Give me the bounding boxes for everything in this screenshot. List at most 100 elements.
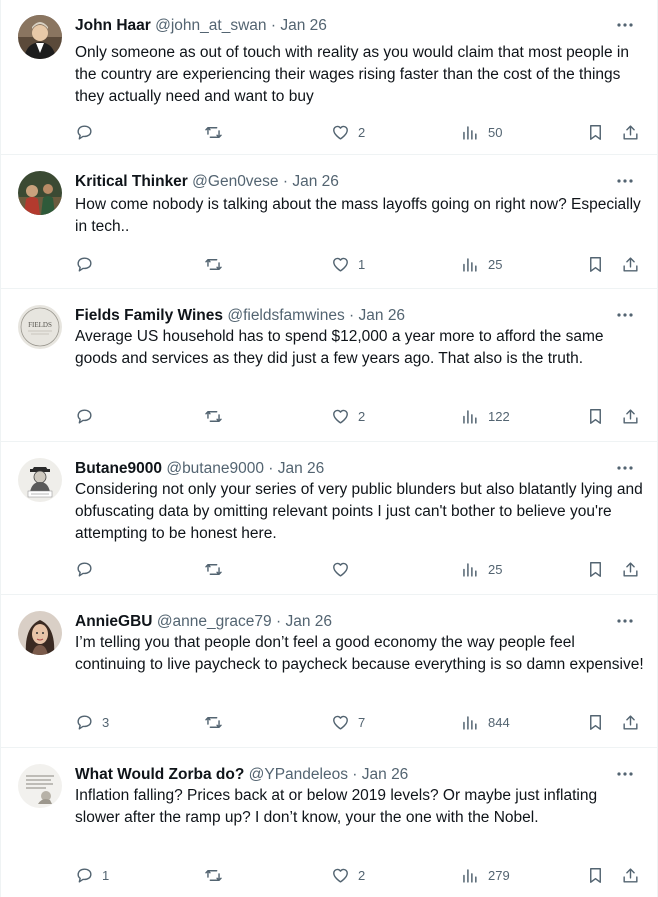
tweet-header: Butane9000 @butane9000 · Jan 26 xyxy=(75,459,324,479)
views-button[interactable]: 844 xyxy=(460,711,510,733)
like-button[interactable] xyxy=(331,558,358,580)
views-button[interactable]: 279 xyxy=(460,864,510,886)
reply-button[interactable]: 1 xyxy=(75,864,109,886)
like-icon xyxy=(333,125,348,140)
reply-icon xyxy=(77,561,92,577)
author-name[interactable]: AnnieGBU xyxy=(75,613,153,630)
separator: · xyxy=(275,613,282,630)
share-button[interactable] xyxy=(621,405,640,427)
bookmark-button[interactable] xyxy=(586,711,605,733)
reply-button[interactable]: 3 xyxy=(75,711,109,733)
share-button[interactable] xyxy=(621,253,640,275)
repost-icon xyxy=(205,410,222,422)
tweet[interactable]: AnnieGBU @anne_grace79 · Jan 26 I’m tell… xyxy=(1,596,657,748)
bookmark-icon xyxy=(590,408,601,424)
avatar[interactable] xyxy=(18,15,62,59)
reply-feed: John Haar @john_at_swan · Jan 26 Only so… xyxy=(0,0,658,897)
tweet[interactable]: What Would Zorba do? @YPandeleos · Jan 2… xyxy=(1,749,657,897)
like-button[interactable]: 1 xyxy=(331,253,365,275)
reply-button[interactable] xyxy=(75,121,102,143)
repost-button[interactable] xyxy=(204,405,231,427)
avatar[interactable] xyxy=(18,171,62,215)
like-icon xyxy=(333,868,348,883)
views-icon xyxy=(463,125,477,140)
share-icon xyxy=(623,867,638,883)
avatar[interactable] xyxy=(18,611,62,655)
post-date[interactable]: Jan 26 xyxy=(292,173,339,190)
separator: · xyxy=(270,17,277,34)
views-button[interactable]: 50 xyxy=(460,121,502,143)
tweet[interactable]: John Haar @john_at_swan · Jan 26 Only so… xyxy=(1,0,657,155)
share-button[interactable] xyxy=(621,864,640,886)
repost-button[interactable] xyxy=(204,558,231,580)
reply-icon xyxy=(77,867,92,883)
reply-icon xyxy=(77,124,92,140)
avatar[interactable]: FIELDS xyxy=(18,305,62,349)
author-name[interactable]: Butane9000 xyxy=(75,460,162,477)
post-date[interactable]: Jan 26 xyxy=(362,766,409,783)
repost-button[interactable] xyxy=(204,121,231,143)
more-icon[interactable] xyxy=(615,611,635,631)
views-count: 122 xyxy=(488,408,510,424)
bookmark-button[interactable] xyxy=(586,121,605,143)
share-icon xyxy=(623,561,638,577)
bookmark-icon xyxy=(590,256,601,272)
post-date[interactable]: Jan 26 xyxy=(359,307,406,324)
like-button[interactable]: 2 xyxy=(331,121,365,143)
views-icon xyxy=(463,715,477,730)
share-button[interactable] xyxy=(621,121,640,143)
bookmark-button[interactable] xyxy=(586,253,605,275)
author-handle[interactable]: @Gen0vese xyxy=(192,173,278,190)
share-button[interactable] xyxy=(621,558,640,580)
views-icon xyxy=(463,868,477,883)
action-bar: 1 2 279 xyxy=(75,864,645,886)
bookmark-button[interactable] xyxy=(586,558,605,580)
like-button[interactable]: 2 xyxy=(331,405,365,427)
avatar[interactable] xyxy=(18,458,62,502)
share-icon xyxy=(623,408,638,424)
author-name[interactable]: John Haar xyxy=(75,17,151,34)
more-icon[interactable] xyxy=(615,458,635,478)
more-icon[interactable] xyxy=(615,15,635,35)
bookmark-button[interactable] xyxy=(586,864,605,886)
bookmark-button[interactable] xyxy=(586,405,605,427)
views-button[interactable]: 25 xyxy=(460,253,502,275)
tweet[interactable]: FIELDS Fields Family Wines @fieldsfamwin… xyxy=(1,290,657,442)
author-name[interactable]: Fields Family Wines xyxy=(75,307,223,324)
views-count: 25 xyxy=(488,561,503,577)
author-name[interactable]: Kritical Thinker xyxy=(75,173,188,190)
repost-icon xyxy=(205,258,222,270)
action-bar: 2 50 xyxy=(75,121,645,143)
views-count: 50 xyxy=(488,124,503,140)
more-icon[interactable] xyxy=(615,305,635,325)
avatar[interactable] xyxy=(18,764,62,808)
repost-button[interactable] xyxy=(204,864,231,886)
reply-button[interactable] xyxy=(75,253,102,275)
separator: · xyxy=(282,173,289,190)
more-icon[interactable] xyxy=(615,764,635,784)
author-handle[interactable]: @anne_grace79 xyxy=(157,613,272,630)
repost-button[interactable] xyxy=(204,711,231,733)
views-button[interactable]: 25 xyxy=(460,558,502,580)
tweet[interactable]: Kritical Thinker @Gen0vese · Jan 26 How … xyxy=(1,156,657,289)
repost-button[interactable] xyxy=(204,253,231,275)
post-date[interactable]: Jan 26 xyxy=(278,460,325,477)
reply-button[interactable] xyxy=(75,558,102,580)
views-button[interactable]: 122 xyxy=(460,405,510,427)
more-icon[interactable] xyxy=(615,171,635,191)
tweet[interactable]: Butane9000 @butane9000 · Jan 26 Consider… xyxy=(1,443,657,595)
like-button[interactable]: 2 xyxy=(331,864,365,886)
author-handle[interactable]: @john_at_swan xyxy=(155,17,266,34)
share-button[interactable] xyxy=(621,711,640,733)
reply-count: 1 xyxy=(102,867,110,883)
post-date[interactable]: Jan 26 xyxy=(285,613,332,630)
author-name[interactable]: What Would Zorba do? xyxy=(75,766,244,783)
author-handle[interactable]: @fieldsfamwines xyxy=(227,307,344,324)
views-icon xyxy=(463,257,477,272)
post-date[interactable]: Jan 26 xyxy=(280,17,327,34)
action-bar: 1 25 xyxy=(75,253,645,275)
author-handle[interactable]: @YPandeleos xyxy=(249,766,348,783)
reply-button[interactable] xyxy=(75,405,102,427)
like-button[interactable]: 7 xyxy=(331,711,365,733)
author-handle[interactable]: @butane9000 xyxy=(166,460,264,477)
